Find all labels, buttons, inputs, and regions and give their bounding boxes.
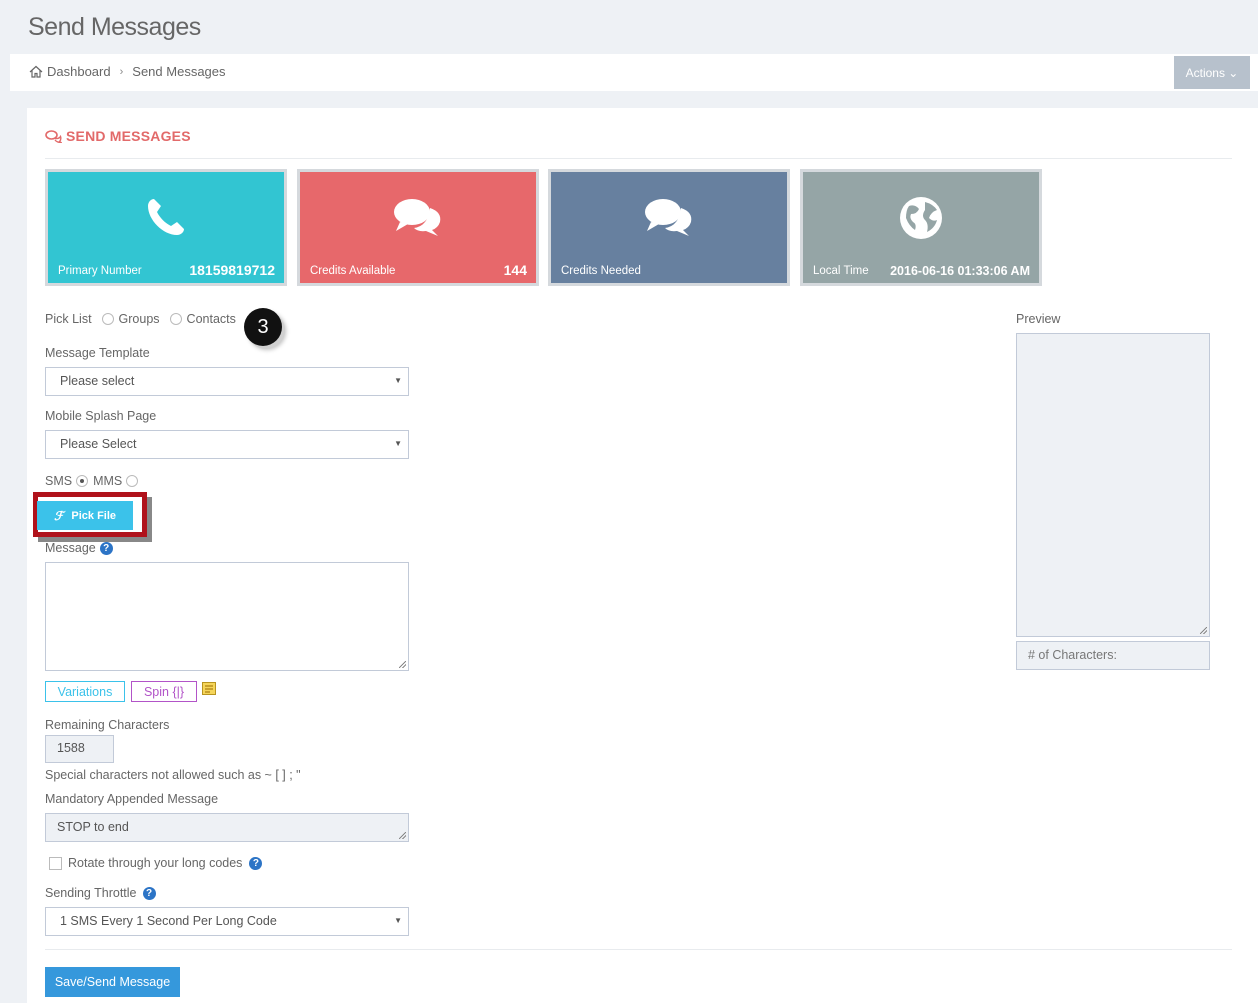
- appended-message-field: STOP to end: [45, 813, 409, 842]
- stat-tile-bg: Credits Available 144: [300, 172, 536, 283]
- select-value: Please Select: [60, 437, 137, 451]
- stat-label: Credits Available: [310, 265, 396, 277]
- stat-label: Credits Needed: [561, 265, 641, 277]
- sending-throttle-select[interactable]: 1 SMS Every 1 Second Per Long Code ▼: [45, 907, 409, 936]
- preview-area: [1016, 333, 1210, 637]
- section-title-text: SEND MESSAGES: [66, 128, 191, 144]
- chat-bubbles-icon: [645, 199, 692, 236]
- sms-label: SMS: [45, 474, 73, 488]
- stat-value: 18159819712: [189, 262, 275, 278]
- save-send-message-button[interactable]: Save/Send Message: [45, 967, 180, 997]
- select-value: 1 SMS Every 1 Second Per Long Code: [60, 914, 277, 928]
- remaining-characters-value: 1588: [45, 735, 114, 763]
- phone-icon: [148, 199, 184, 235]
- file-picker-icon: ℱ: [53, 508, 64, 523]
- resize-grip-icon: [399, 832, 406, 839]
- pick-file-button[interactable]: ℱ Pick File: [37, 501, 133, 530]
- stat-primary-number: Primary Number 18159819712: [45, 169, 287, 286]
- stat-tile-bg: Credits Needed: [551, 172, 787, 283]
- rotate-long-codes-label: Rotate through your long codes: [68, 856, 243, 870]
- breadcrumb-dashboard-link[interactable]: Dashboard: [47, 64, 111, 79]
- message-type-row: SMS MMS: [45, 474, 143, 488]
- stat-local-time: Local Time 2016-06-16 01:33:06 AM: [800, 169, 1042, 286]
- breadcrumb: Dashboard › Send Messages: [29, 64, 226, 79]
- sending-throttle-label-text: Sending Throttle: [45, 886, 137, 900]
- radio-groups[interactable]: Groups: [101, 312, 160, 326]
- step-number-badge: 3: [244, 308, 282, 346]
- stat-value: 144: [503, 262, 527, 278]
- message-template-label: Message Template: [45, 346, 150, 360]
- pick-file-label: Pick File: [71, 509, 117, 522]
- stat-value: 2016-06-16 01:33:06 AM: [890, 264, 1030, 278]
- select-value: Please select: [60, 374, 135, 388]
- help-icon[interactable]: ?: [249, 856, 263, 870]
- stat-tile-bg: Local Time 2016-06-16 01:33:06 AM: [803, 172, 1039, 283]
- radio-label: Groups: [118, 312, 160, 326]
- caret-down-icon: ▼: [394, 439, 402, 448]
- appended-message-label: Mandatory Appended Message: [45, 792, 219, 806]
- stat-credits-available: Credits Available 144: [297, 169, 539, 286]
- sending-throttle-label: Sending Throttle?: [45, 886, 156, 901]
- actions-dropdown-button[interactable]: Actions ⌄: [1174, 56, 1250, 89]
- help-icon[interactable]: ?: [99, 542, 113, 556]
- page-header: Send Messages: [10, 8, 1258, 54]
- radio-circle[interactable]: [169, 313, 182, 325]
- preview-label: Preview: [1016, 312, 1061, 326]
- special-characters-note: Special characters not allowed such as ~…: [45, 768, 301, 782]
- chat-bubbles-icon: [394, 199, 441, 236]
- breadcrumb-bar: Dashboard › Send Messages Actions ⌄: [10, 54, 1258, 91]
- page-title: Send Messages: [28, 13, 201, 41]
- message-label: Message?: [45, 541, 113, 556]
- radio-mms[interactable]: [126, 475, 139, 487]
- radio-contacts[interactable]: Contacts: [169, 312, 236, 326]
- remaining-characters-label: Remaining Characters: [45, 718, 170, 732]
- resize-grip-icon[interactable]: [1200, 627, 1207, 634]
- pick-list-row: Pick List Groups Contacts: [45, 312, 236, 326]
- rotate-long-codes-checkbox[interactable]: [49, 856, 62, 870]
- mms-label: MMS: [93, 474, 123, 488]
- rotate-long-codes-row[interactable]: Rotate through your long codes ?: [49, 856, 263, 870]
- caret-down-icon: ▼: [394, 916, 402, 925]
- message-template-select[interactable]: Please select ▼: [45, 367, 409, 396]
- section-title: SEND MESSAGES: [45, 128, 191, 144]
- splash-page-select[interactable]: Please Select ▼: [45, 430, 409, 459]
- resize-grip-icon[interactable]: [399, 661, 406, 668]
- comments-icon: [45, 129, 62, 143]
- splash-page-label: Mobile Splash Page: [45, 409, 157, 423]
- radio-label: Contacts: [186, 312, 236, 326]
- globe-icon: [900, 197, 942, 239]
- main-portlet: SEND MESSAGES Primary Number 18159819712…: [27, 108, 1258, 1003]
- breadcrumb-separator-icon: ›: [119, 65, 124, 78]
- message-label-text: Message: [45, 541, 96, 555]
- stat-credits-needed: Credits Needed: [548, 169, 790, 286]
- stat-label: Local Time: [813, 265, 869, 277]
- message-textarea[interactable]: [45, 562, 409, 671]
- appended-message-value: STOP to end: [57, 820, 129, 834]
- spin-button[interactable]: Spin {|}: [131, 681, 197, 702]
- stat-tile-bg: Primary Number 18159819712: [48, 172, 284, 283]
- notepad-icon[interactable]: [202, 682, 216, 695]
- caret-down-icon: ▼: [394, 376, 402, 385]
- radio-sms[interactable]: [76, 475, 89, 487]
- divider: [45, 949, 1232, 950]
- stat-label: Primary Number: [58, 265, 142, 277]
- character-count-field: # of Characters:: [1016, 641, 1210, 670]
- divider: [45, 158, 1232, 159]
- radio-circle[interactable]: [101, 313, 114, 325]
- help-icon[interactable]: ?: [142, 887, 156, 901]
- pick-list-label: Pick List: [45, 312, 92, 326]
- variations-button[interactable]: Variations: [45, 681, 125, 702]
- breadcrumb-current: Send Messages: [132, 64, 226, 79]
- home-icon: [29, 65, 43, 78]
